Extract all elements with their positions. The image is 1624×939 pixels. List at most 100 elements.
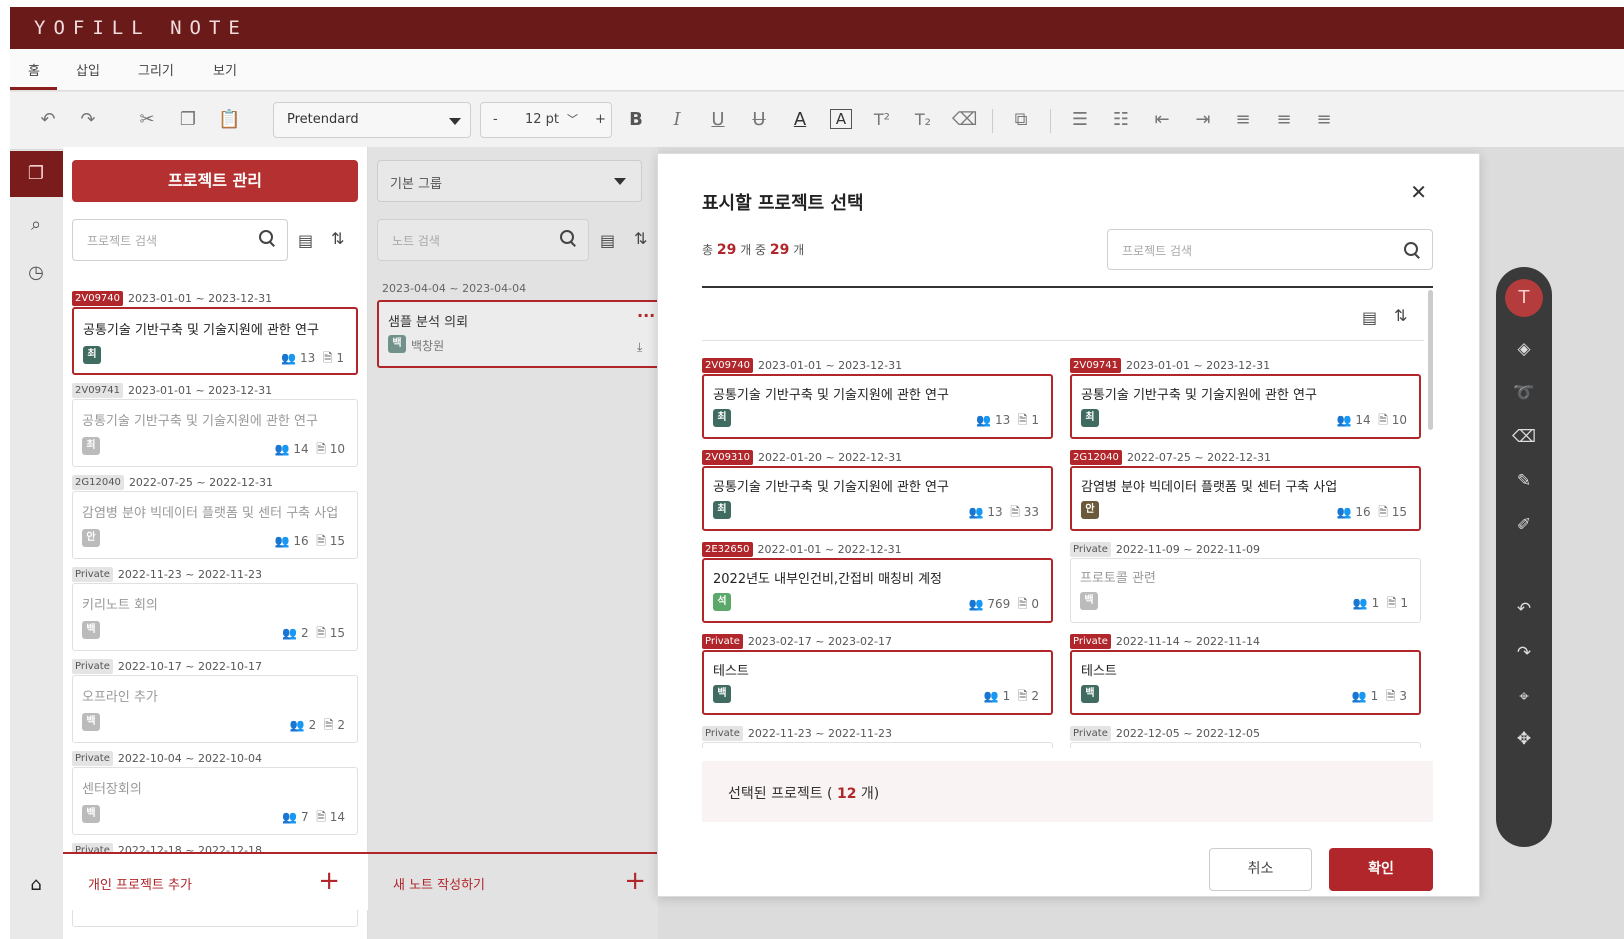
members-icon: 👥 [983,689,999,703]
rail-projects[interactable]: ❐ [10,151,63,197]
note-card[interactable]: 샘플 분석 의뢰 백 백창원 ··· ⤓ [377,300,667,368]
filter-list-icon[interactable]: ▤ [298,231,313,250]
font-family-select[interactable]: Pretendard [273,102,471,138]
project-card[interactable]: 감염병 분야 빅데이터 플랫폼 및 센터 구축 사업 안 👥 16 🗎 15 [72,491,358,559]
text-color-icon[interactable]: A [789,109,811,131]
marker-icon[interactable]: ✐ [1512,513,1536,537]
project-card[interactable]: 공통기술 기반구축 및 기술지원에 관한 연구 최 👥 13 🗎 1 [702,374,1053,439]
paste-icon[interactable]: 📋 [218,109,240,131]
lasso-icon[interactable]: ➰ [1512,381,1536,405]
italic-icon[interactable]: I [666,109,688,131]
eraser-icon[interactable]: ⌫ [1512,425,1536,449]
project-card[interactable]: 프로토콜 관련 백 👥 1 🗎 1 [1070,558,1421,623]
font-size-stepper[interactable]: - 12 pt ﹀ + [480,102,612,138]
sort-icon[interactable]: ⇅ [634,229,647,248]
member-count: 2 [308,718,317,732]
plus-icon[interactable]: + [624,866,646,896]
pencil-icon[interactable]: ✎ [1512,469,1536,493]
project-card[interactable]: 공통기술 기반구축 및 기술지원에 관한 연구 최 👥 13 🗎 1 [72,307,358,375]
size-increase[interactable]: + [595,112,606,127]
project-stats: 👥 13 🗎 1 [281,349,344,370]
members-icon: 👥 [968,597,984,611]
plus-icon[interactable]: + [318,866,340,896]
sort-icon[interactable]: ⇅ [331,229,344,248]
menu-home[interactable]: 홈 [28,60,40,79]
filter-list-icon[interactable]: ▤ [1362,308,1377,327]
align-right-icon[interactable]: ≡ [1313,109,1335,131]
superscript-icon[interactable]: T² [871,109,893,131]
search-icon[interactable]: ⌕ [24,213,48,237]
close-icon[interactable]: ✕ [1410,180,1427,204]
search-icon[interactable] [259,230,275,246]
project-code-tag: Private [72,658,113,674]
project-card[interactable]: 공통기술 기반구축 및 기술지원에 관한 연구 최 👥 14 🗎 10 [72,399,358,467]
project-card[interactable] [1070,742,1421,748]
download-icon[interactable]: ⤓ [637,340,642,355]
numbered-list-icon[interactable]: ☷ [1110,109,1132,131]
note-count: 15 [1391,505,1407,519]
undo-icon[interactable]: ↶ [37,109,59,131]
redo-icon[interactable]: ↷ [77,109,99,131]
copy-icon[interactable]: ❐ [177,109,199,131]
outdent-icon[interactable]: ⇤ [1151,109,1173,131]
project-card[interactable]: 공통기술 기반구축 및 기술지원에 관한 연구 최 👥 13 🗎 33 [702,466,1053,531]
cancel-button[interactable]: 취소 [1209,848,1312,891]
note-search-input[interactable]: 노트 검색 [377,219,589,261]
project-card[interactable]: 2022년도 내부인건비,간접비 매칭비 계정 석 👥 769 🗎 0 [702,558,1053,623]
more-icon[interactable]: ··· [637,306,655,325]
project-search-input[interactable]: 프로젝트 검색 [72,219,288,261]
cut-icon[interactable]: ✂ [136,109,158,131]
select-icon[interactable]: ⌖ [1512,685,1536,709]
notes-icon: 🗎 [1378,413,1388,427]
project-card[interactable]: 감염병 분야 빅데이터 플랫폼 및 센터 구축 사업 안 👥 16 🗎 15 [1070,466,1421,531]
project-card-header: 2V09741 2023-01-01 ~ 2023-12-31 [1070,356,1421,374]
project-card[interactable]: 테스트 백 👥 1 🗎 2 [702,650,1053,715]
project-card[interactable]: 테스트 백 👥 1 🗎 3 [1070,650,1421,715]
new-note-bar[interactable]: 새 노트 작성하기 + [368,852,658,910]
dialog-search-input[interactable]: 프로젝트 검색 [1107,229,1433,270]
menu-insert[interactable]: 삽입 [76,60,100,79]
sort-icon[interactable]: ⇅ [1394,306,1407,325]
project-card[interactable]: 오프라인 추가 백 👥 2 🗎 2 [72,675,358,743]
home-icon[interactable]: ⌂ [24,873,48,897]
menu-view[interactable]: 보기 [213,60,237,79]
add-personal-project-bar[interactable]: 개인 프로젝트 추가 + [63,852,368,910]
search-icon[interactable] [1404,242,1420,258]
project-card[interactable]: 센터장회의 백 👥 7 🗎 14 [72,767,358,835]
chevron-down-icon[interactable]: ﹀ [567,111,578,127]
project-card[interactable] [702,742,1053,748]
project-card[interactable]: 키리노트 회의 백 👥 2 🗎 15 [72,583,358,651]
align-left-icon[interactable]: ≡ [1232,109,1254,131]
menu-draw[interactable]: 그리기 [138,60,174,79]
subscript-icon[interactable]: T₂ [912,109,934,131]
underline-icon[interactable]: U [707,109,729,131]
scrollbar[interactable] [1428,290,1433,430]
bullet-list-icon[interactable]: ☰ [1069,109,1091,131]
project-manage-button[interactable]: 프로젝트 관리 [72,160,358,202]
shapes-icon[interactable]: ⧉ [1010,109,1032,131]
project-code-tag: Private [1070,633,1111,649]
group-select[interactable]: 기본 그룹 [377,160,642,202]
clear-format-icon[interactable]: ⌫ [952,109,977,131]
clock-icon[interactable]: ◷ [24,261,48,285]
text-tool-icon[interactable]: T [1505,279,1543,317]
size-decrease[interactable]: - [493,112,498,127]
strikethrough-icon[interactable]: U [748,109,770,131]
notes-icon: 🗎 [1017,689,1028,703]
filter-list-icon[interactable]: ▤ [600,231,615,250]
undo-icon[interactable]: ↶ [1512,597,1536,621]
bold-icon[interactable]: B [625,109,647,131]
move-icon[interactable]: ✥ [1512,727,1536,751]
fill-icon[interactable]: ◈ [1512,337,1536,361]
redo-icon[interactable]: ↷ [1512,641,1536,665]
highlight-icon[interactable]: A [830,109,852,129]
members-icon: 👥 [281,351,297,365]
member-count: 14 [1355,413,1371,427]
project-card[interactable]: 공통기술 기반구축 및 기술지원에 관한 연구 최 👥 14 🗎 10 [1070,374,1421,439]
members-icon: 👥 [1351,689,1367,703]
indent-icon[interactable]: ⇥ [1192,109,1214,131]
align-center-icon[interactable]: ≡ [1273,109,1295,131]
project-card-header: 2V09740 2023-01-01 ~ 2023-12-31 [72,289,358,307]
search-icon[interactable] [560,230,576,246]
confirm-button[interactable]: 확인 [1329,848,1433,891]
